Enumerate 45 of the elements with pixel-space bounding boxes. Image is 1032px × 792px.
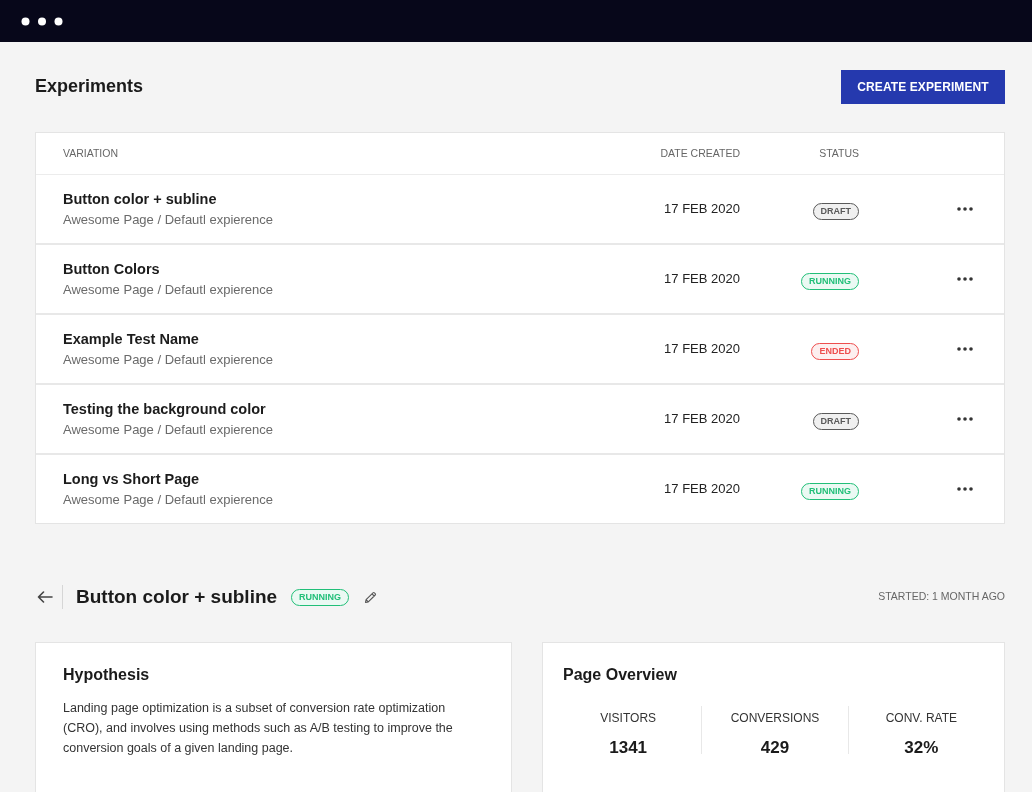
experiment-name: Button Colors xyxy=(63,260,160,277)
stat-value: 1341 xyxy=(609,738,648,758)
status-badge: DRAFT xyxy=(812,413,859,430)
more-icon[interactable] xyxy=(957,487,973,491)
stat-label: CONV. RATE xyxy=(885,711,957,726)
status-badge: ENDED xyxy=(811,343,859,360)
date-created: 17 FEB 2020 xyxy=(664,271,740,287)
column-header: VARIATION xyxy=(63,146,119,159)
back-arrow-icon[interactable] xyxy=(37,591,53,603)
date-created: 17 FEB 2020 xyxy=(664,411,740,427)
stat-value: 429 xyxy=(760,738,790,758)
stat-label: VISITORS xyxy=(600,711,657,726)
status-badge: RUNNING xyxy=(291,588,350,606)
card-title: Hypothesis xyxy=(63,665,151,685)
more-icon[interactable] xyxy=(957,417,973,421)
hypothesis-text: Landing page optimization is a subset of conversion rate optimization (CRO), and involves using methods such as A/B testing to improve the conversion goals of a given landing page. xyxy=(63,700,454,758)
experiment-path: Awesome Page / Defautl expierence xyxy=(63,211,274,227)
date-created: 17 FEB 2020 xyxy=(664,201,740,217)
status-badge: RUNNING xyxy=(801,483,859,500)
experiment-name: Example Test Name xyxy=(63,330,199,347)
more-icon[interactable] xyxy=(957,207,973,211)
status-badge: DRAFT xyxy=(812,203,859,220)
experiment-path: Awesome Page / Defautl expierence xyxy=(63,491,274,507)
create-experiment-button[interactable]: CREATE EXPERIMENT xyxy=(841,70,1005,104)
date-created: 17 FEB 2020 xyxy=(664,341,740,357)
stat-label: CONVERSIONS xyxy=(730,711,820,726)
more-icon[interactable] xyxy=(957,347,973,351)
date-created: 17 FEB 2020 xyxy=(664,481,740,497)
page-title: Experiments xyxy=(35,76,144,98)
experiment-name: Button color + subline xyxy=(63,190,217,207)
status-badge: RUNNING xyxy=(801,273,859,290)
column-header: DATE CREATED xyxy=(660,146,740,159)
stat-value: 32% xyxy=(904,738,939,758)
more-icon[interactable] xyxy=(957,277,973,281)
experiment-path: Awesome Page / Defautl expierence xyxy=(63,351,274,367)
window-dots-icon xyxy=(21,16,63,26)
column-header: STATUS xyxy=(819,146,859,159)
pencil-icon[interactable] xyxy=(364,590,378,604)
card-title: Page Overview xyxy=(563,665,678,685)
experiment-path: Awesome Page / Defautl expierence xyxy=(63,421,274,437)
experiment-path: Awesome Page / Defautl expierence xyxy=(63,281,274,297)
started-time: STARTED: 1 MONTH AGO xyxy=(878,589,1005,605)
experiment-name: Long vs Short Page xyxy=(63,470,200,487)
experiment-name: Testing the background color xyxy=(63,400,266,417)
experiment-title: Button color + subline xyxy=(76,585,278,609)
